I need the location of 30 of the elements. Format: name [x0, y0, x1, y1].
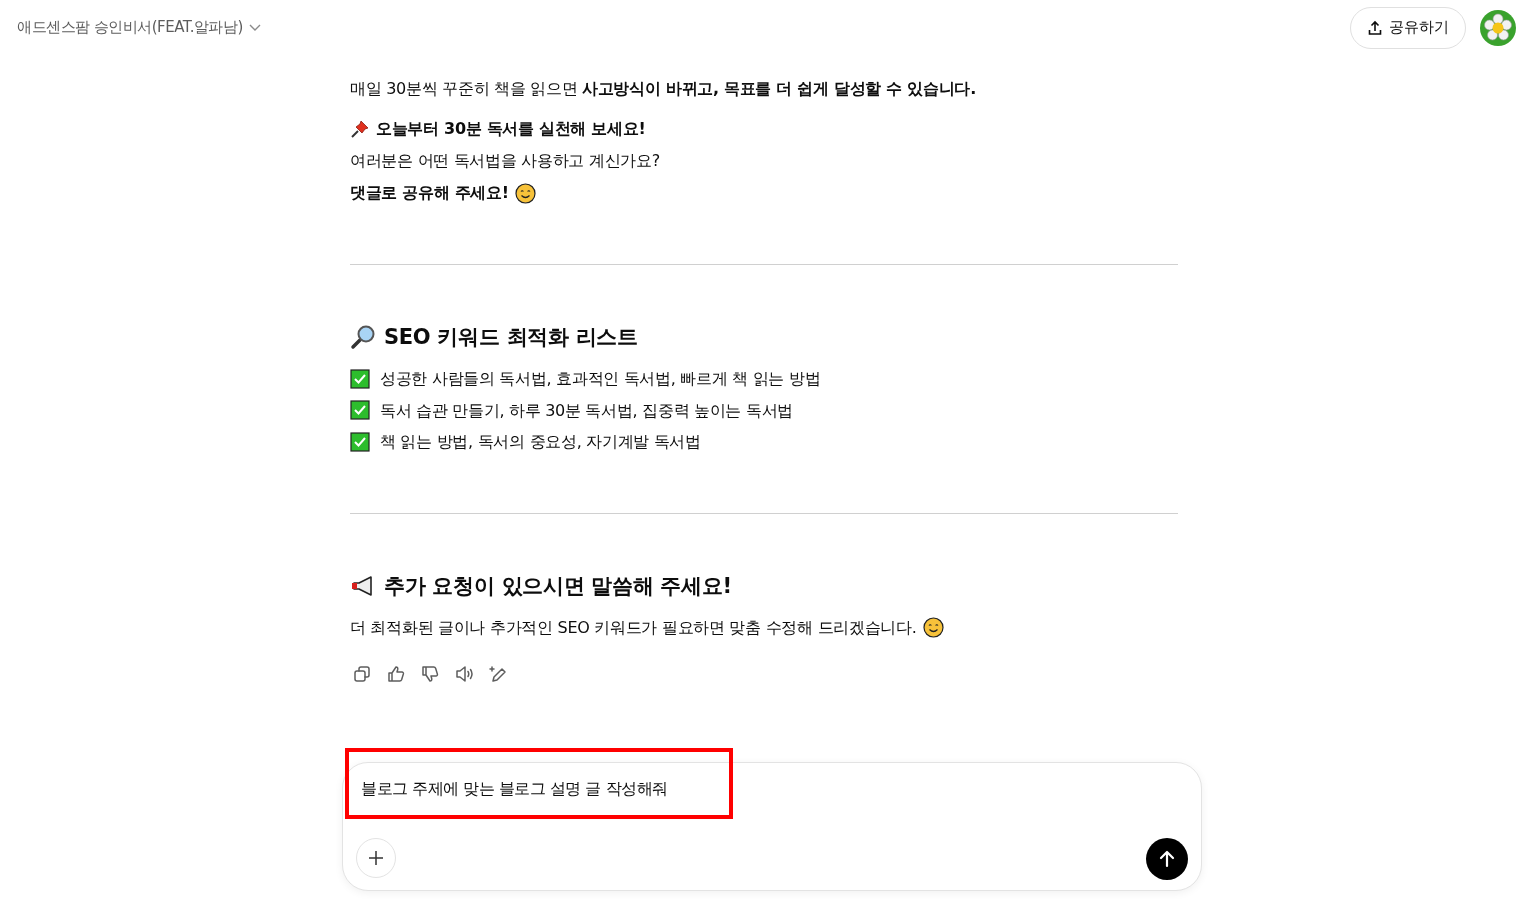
- add-button[interactable]: [356, 838, 396, 878]
- section-heading: SEO 키워드 최적화 리스트: [384, 324, 638, 351]
- checkbox-icon: [350, 431, 370, 452]
- thumbs-down-button[interactable]: [420, 663, 440, 684]
- paragraph: 더 최적화된 글이나 추가적인 SEO 키워드가 필요하면 맞춤 수정해 드리겠습니다.: [350, 616, 917, 639]
- list-item: 성공한 사람들의 독서법, 효과적인 독서법, 빠르게 책 읽는 방법: [380, 368, 821, 390]
- upload-icon: [1367, 19, 1383, 36]
- checkbox-icon: [350, 368, 370, 389]
- checkbox-icon: [350, 400, 370, 421]
- avatar[interactable]: [1480, 9, 1516, 46]
- chat-title[interactable]: 애드센스팜 승인비서(FEAT.알파남): [17, 18, 243, 37]
- copy-button[interactable]: [352, 663, 372, 684]
- paragraph: 댓글로 공유해 주세요!: [350, 182, 509, 204]
- section-heading: 추가 요청이 있으시면 말씀해 주세요!: [384, 572, 732, 600]
- pin-icon: [350, 119, 370, 139]
- chevron-down-icon[interactable]: [248, 23, 261, 32]
- message-input[interactable]: 블로그 주제에 맞는 블로그 설명 글 작성해줘: [361, 775, 1161, 803]
- thumbs-up-button[interactable]: [386, 663, 406, 684]
- list-item: 책 읽는 방법, 독서의 중요성, 자기계발 독서법: [380, 431, 701, 453]
- speaker-button[interactable]: [454, 663, 474, 684]
- send-button[interactable]: [1146, 838, 1188, 880]
- paragraph: 매일 30분씩 꾸준히 책을 읽으면 사고방식이 바뀌고, 목표를 더 쉽게 달성할 수 있습니다.: [350, 78, 976, 100]
- list-item: 독서 습관 만들기, 하루 30분 독서법, 집중력 높이는 독서법: [380, 399, 794, 422]
- callout-text: 오늘부터 30분 독서를 실천해 보세요!: [376, 118, 646, 140]
- plus-icon: [367, 849, 385, 867]
- share-button[interactable]: 공유하기: [1350, 6, 1466, 49]
- arrow-up-icon: [1157, 849, 1177, 869]
- pencil-button[interactable]: [488, 663, 508, 684]
- paragraph: 여러분은 어떤 독서법을 사용하고 계신가요?: [350, 150, 660, 172]
- magnifier-icon: [350, 324, 376, 350]
